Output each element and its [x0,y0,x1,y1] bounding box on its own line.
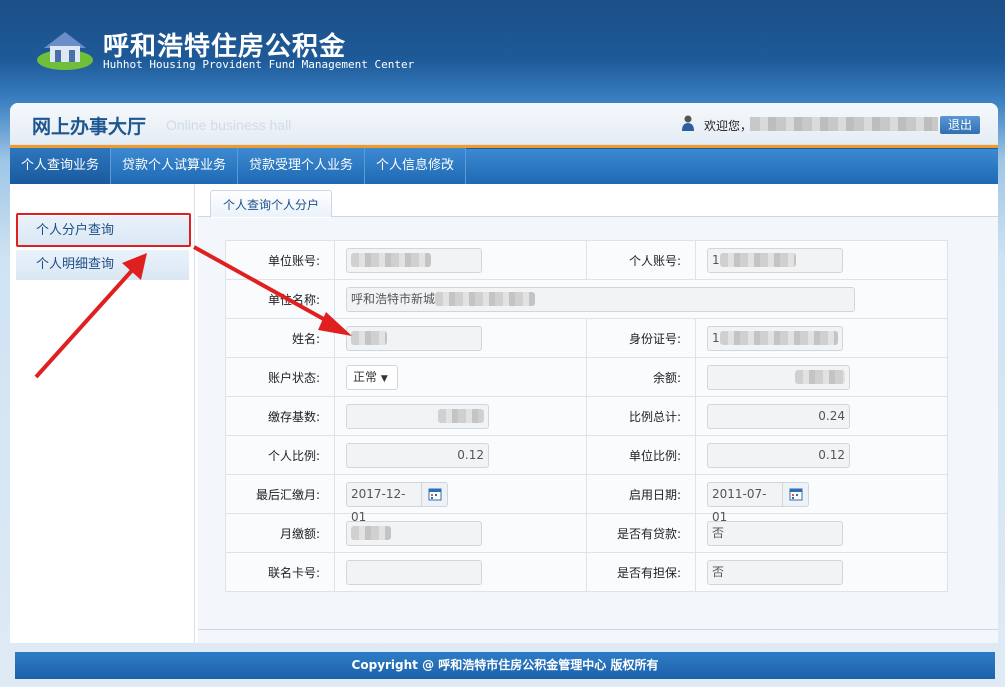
nav-info-edit[interactable]: 个人信息修改 [365,148,467,184]
page-subtitle: Online business hall [166,117,292,133]
monthly-amount-field[interactable] [346,520,482,546]
last-pay-month-label: 最后汇缴月: [225,474,335,514]
id-number-field[interactable]: 1 [707,325,843,351]
logo-english: Huhhot Housing Provident Fund Management… [103,58,415,71]
balance-label: 余额: [586,357,696,397]
sidebar-item-detail-query[interactable]: 个人明细查询 [16,250,189,280]
page-title: 网上办事大厅 [32,116,147,138]
co-card-label: 联名卡号: [225,552,335,592]
deposit-base-label: 缴存基数: [225,396,335,436]
footer-copyright: Copyright @ 呼和浩特市住房公积金管理中心 版权所有 [15,652,995,679]
monthly-amount-label: 月缴额: [225,513,335,553]
main-nav: 个人查询业务 贷款个人试算业务 贷款受理个人业务 个人信息修改 [10,148,998,184]
nav-personal-query[interactable]: 个人查询业务 [10,148,112,184]
logout-button[interactable]: 退出 [940,116,980,134]
personal-account-label: 个人账号: [586,240,696,280]
account-status-label: 账户状态: [225,357,335,397]
nav-loan-apply[interactable]: 贷款受理个人业务 [238,148,366,184]
username-redacted [750,117,938,131]
content-bottom-line [198,629,998,630]
house-logo-icon [37,32,93,70]
name-field[interactable] [346,325,482,351]
personal-ratio-label: 个人比例: [225,435,335,475]
welcome-text: 欢迎您， [704,119,753,133]
unit-ratio-field[interactable]: 0.12 [707,442,850,468]
ratio-total-label: 比例总计: [586,396,696,436]
tab-personal-account[interactable]: 个人查询个人分户 [210,190,333,218]
unit-account-field[interactable] [346,247,482,273]
sidebar: 个人分户查询 个人明细查询 [10,184,195,643]
nav-loan-calc[interactable]: 贷款个人试算业务 [111,148,239,184]
has-guarantee-field[interactable]: 否 [707,559,843,585]
tab-strip: 个人查询个人分户 [198,184,998,218]
annotation-highlight-box [16,213,191,247]
personal-ratio-field[interactable]: 0.12 [346,442,489,468]
unit-name-field[interactable]: 呼和浩特市新城 [346,286,855,312]
user-icon [682,115,694,131]
has-loan-field[interactable]: 否 [707,520,843,546]
start-date-field[interactable]: 2011-07-01 [707,481,783,524]
site-header: 呼和浩特住房公积金 Huhhot Housing Provident Fund … [0,0,1005,100]
co-card-field[interactable] [346,559,482,585]
account-status-select[interactable]: 正常 ▼ [346,364,398,390]
personal-account-field[interactable]: 1 [707,247,843,273]
unit-name-label: 单位名称: [225,279,335,319]
name-label: 姓名: [225,318,335,358]
ratio-total-field[interactable]: 0.24 [707,403,850,429]
balance-field[interactable] [707,364,850,390]
deposit-base-field[interactable] [346,403,489,429]
last-pay-month-field[interactable]: 2017-12-01 [346,481,422,524]
unit-ratio-label: 单位比例: [586,435,696,475]
calendar-icon[interactable] [783,481,809,507]
start-date-label: 启用日期: [586,474,696,514]
content-area: 个人查询个人分户 单位账号: 个人账号: 1 单位名称: 呼和浩特市新城 姓名:… [198,184,998,643]
title-bar: 网上办事大厅 Online business hall 欢迎您， 退出 [10,103,998,145]
chevron-down-icon: ▼ [380,373,388,384]
unit-account-label: 单位账号: [225,240,335,280]
account-form: 单位账号: 个人账号: 1 单位名称: 呼和浩特市新城 姓名: 身份证号: 1 … [225,240,948,592]
id-number-label: 身份证号: [586,318,696,358]
calendar-icon[interactable] [422,481,448,507]
has-guarantee-label: 是否有担保: [586,552,696,592]
has-loan-label: 是否有贷款: [586,513,696,553]
main-frame: 网上办事大厅 Online business hall 欢迎您， 退出 个人查询… [10,103,998,643]
